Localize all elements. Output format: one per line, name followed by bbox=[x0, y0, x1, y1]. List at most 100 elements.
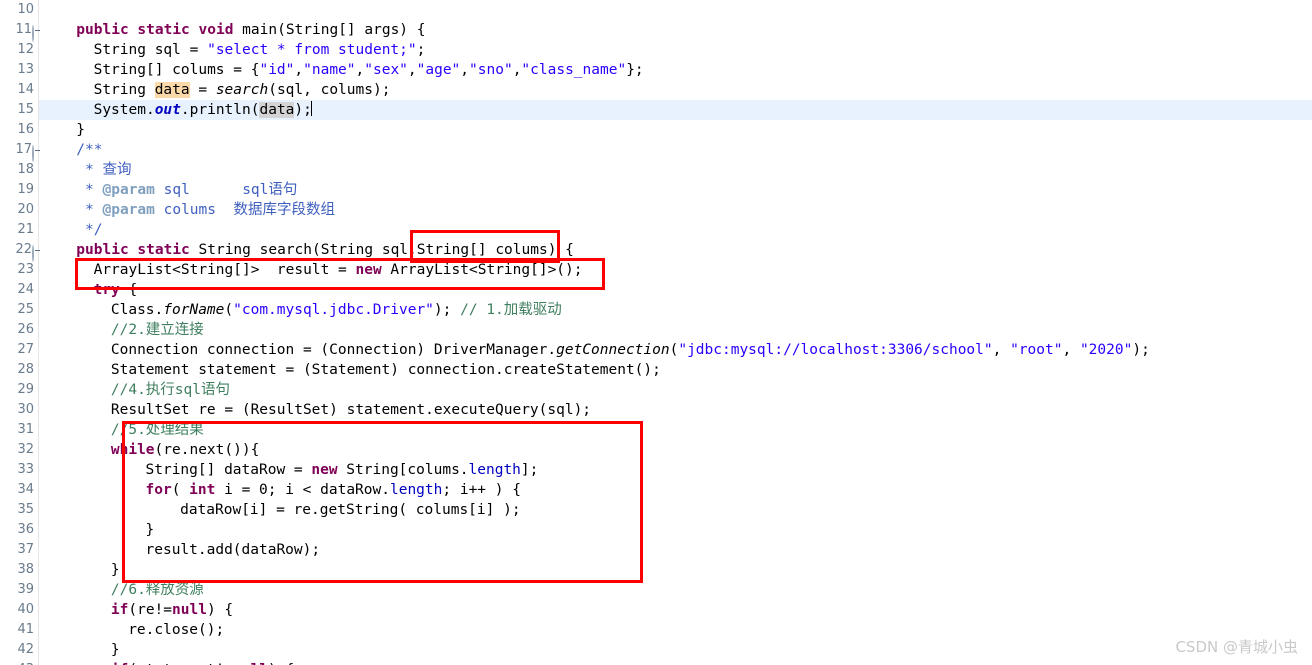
line-number: 41 bbox=[17, 622, 34, 637]
code-token: Statement statement = (Statement) connec… bbox=[110, 362, 661, 378]
code-token: String bbox=[93, 82, 155, 98]
code-token: "class_name" bbox=[521, 62, 627, 78]
code-token: if bbox=[110, 602, 129, 618]
code-line[interactable]: re.close(); bbox=[38, 620, 1312, 640]
code-line[interactable]: System.out.println(data); bbox=[38, 100, 1312, 120]
code-line[interactable]: * 查询 bbox=[38, 160, 1312, 180]
line-number: 20 bbox=[17, 202, 34, 217]
code-content[interactable]: public static void main(String[] args) {… bbox=[38, 0, 1312, 665]
code-token: = bbox=[189, 82, 216, 98]
code-token: { bbox=[119, 282, 138, 298]
code-token: String search(String sql,String[] colums… bbox=[198, 242, 574, 258]
code-line[interactable]: result.add(dataRow); bbox=[38, 540, 1312, 560]
code-token: (sql, colums); bbox=[268, 82, 391, 98]
code-line[interactable]: */ bbox=[38, 220, 1312, 240]
code-token: new bbox=[355, 262, 382, 278]
code-token: ; i++ ) { bbox=[442, 482, 521, 498]
code-line[interactable]: Class.forName("com.mysql.jdbc.Driver"); … bbox=[38, 300, 1312, 320]
code-line[interactable] bbox=[38, 0, 1312, 20]
code-line[interactable]: //6.释放资源 bbox=[38, 580, 1312, 600]
code-token: */ bbox=[76, 222, 103, 238]
watermark-text: CSDN @青城小虫 bbox=[1175, 638, 1298, 656]
code-token: String[colums. bbox=[337, 462, 469, 478]
code-line[interactable]: String sql = "select * from student;"; bbox=[38, 40, 1312, 60]
line-number: 24 bbox=[17, 282, 34, 297]
code-token: , bbox=[294, 62, 304, 78]
code-line[interactable]: while(re.next()){ bbox=[38, 440, 1312, 460]
code-line[interactable]: } bbox=[38, 120, 1312, 140]
code-line[interactable]: } bbox=[38, 520, 1312, 540]
code-token: getConnection bbox=[556, 342, 670, 358]
line-number: 23 bbox=[17, 262, 34, 277]
line-number: 42 bbox=[17, 642, 34, 657]
code-token: //4.执行sql语句 bbox=[110, 382, 230, 398]
line-number: 13 bbox=[17, 62, 34, 77]
line-number: 12 bbox=[17, 42, 34, 57]
code-token: public static void bbox=[76, 22, 243, 38]
code-token: ( bbox=[224, 302, 234, 318]
code-token: ); bbox=[433, 302, 461, 318]
code-token: @param bbox=[102, 202, 155, 218]
code-line[interactable]: try { bbox=[38, 280, 1312, 300]
code-line[interactable]: //2.建立连接 bbox=[38, 320, 1312, 340]
code-line[interactable]: //5.处理结果 bbox=[38, 420, 1312, 440]
code-line[interactable]: if(re!=null) { bbox=[38, 600, 1312, 620]
code-token: String[] colums = { bbox=[93, 62, 260, 78]
code-token: ); bbox=[1132, 342, 1150, 358]
code-line[interactable]: String[] dataRow = new String[colums.len… bbox=[38, 460, 1312, 480]
code-editor[interactable]: 10 11 12 13 14 15 16 17 18 19 20 21 22 23 24 25 26 27 28 29… bbox=[0, 0, 1312, 665]
line-number: 32 bbox=[17, 442, 34, 457]
code-token: try bbox=[93, 282, 120, 298]
code-token: //2.建立连接 bbox=[110, 322, 204, 338]
code-token: ( bbox=[171, 482, 190, 498]
code-token: "sex" bbox=[364, 62, 408, 78]
code-line[interactable]: public static void main(String[] args) { bbox=[38, 20, 1312, 40]
code-token: result.add(dataRow); bbox=[145, 542, 321, 558]
code-line[interactable]: * @param sql sql语句 bbox=[38, 180, 1312, 200]
code-token: "age" bbox=[416, 62, 461, 78]
line-number-gutter[interactable]: 10 11 12 13 14 15 16 17 18 19 20 21 22 23 24 25 26 27 28 29… bbox=[0, 0, 39, 665]
code-token: ResultSet re = (ResultSet) statement.exe… bbox=[110, 402, 592, 418]
code-line[interactable]: //4.执行sql语句 bbox=[38, 380, 1312, 400]
code-token: "id" bbox=[259, 62, 295, 78]
line-number: 14 bbox=[17, 82, 34, 97]
line-number: 11 bbox=[0, 20, 38, 42]
line-number: 38 bbox=[17, 562, 34, 577]
code-line[interactable]: if(statement!=null) { bbox=[38, 660, 1312, 665]
code-token: dataRow[i] = re.getString( colums[i] ); bbox=[180, 502, 521, 518]
code-line[interactable]: } bbox=[38, 560, 1312, 580]
code-line[interactable]: dataRow[i] = re.getString( colums[i] ); bbox=[38, 500, 1312, 520]
text-caret bbox=[310, 101, 312, 116]
code-token: null bbox=[172, 602, 207, 618]
code-token: * 查询 bbox=[76, 162, 132, 178]
line-number: 31 bbox=[17, 422, 34, 437]
code-line[interactable]: * @param colums 数据库字段数组 bbox=[38, 200, 1312, 220]
code-line[interactable]: } bbox=[38, 640, 1312, 660]
code-line[interactable]: String data = search(sql, colums); bbox=[38, 80, 1312, 100]
code-token: Connection connection = (Connection) Dri… bbox=[110, 342, 557, 358]
code-line[interactable]: for( int i = 0; i < dataRow.length; i++ … bbox=[38, 480, 1312, 500]
code-token: ArrayList<String[]>(); bbox=[381, 262, 583, 278]
code-token: sql sql语句 bbox=[154, 182, 298, 198]
code-line[interactable]: String[] colums = {"id","name","sex","ag… bbox=[38, 60, 1312, 80]
code-token: colums 数据库字段数组 bbox=[154, 202, 335, 218]
line-number: 39 bbox=[17, 582, 34, 597]
code-token: , bbox=[1062, 342, 1080, 358]
code-line[interactable]: Connection connection = (Connection) Dri… bbox=[38, 340, 1312, 360]
code-line[interactable]: /** bbox=[38, 140, 1312, 160]
code-line[interactable]: ResultSet re = (ResultSet) statement.exe… bbox=[38, 400, 1312, 420]
code-token: "jdbc:mysql://localhost:3306/school" bbox=[678, 342, 993, 358]
code-token: //6.释放资源 bbox=[110, 582, 204, 598]
code-token: "root" bbox=[1010, 342, 1063, 358]
code-token: forName bbox=[163, 302, 225, 318]
line-number: 15 bbox=[17, 102, 34, 117]
line-number: 17 bbox=[0, 140, 38, 162]
code-line[interactable]: public static String search(String sql,S… bbox=[38, 240, 1312, 260]
code-token: re.close(); bbox=[128, 622, 225, 638]
line-number: 40 bbox=[17, 602, 34, 617]
code-line[interactable]: Statement statement = (Statement) connec… bbox=[38, 360, 1312, 380]
line-number: 22 bbox=[0, 240, 38, 262]
code-token: data bbox=[259, 102, 295, 118]
code-token: } bbox=[145, 522, 155, 538]
code-line[interactable]: ArrayList<String[]> result = new ArrayLi… bbox=[38, 260, 1312, 280]
